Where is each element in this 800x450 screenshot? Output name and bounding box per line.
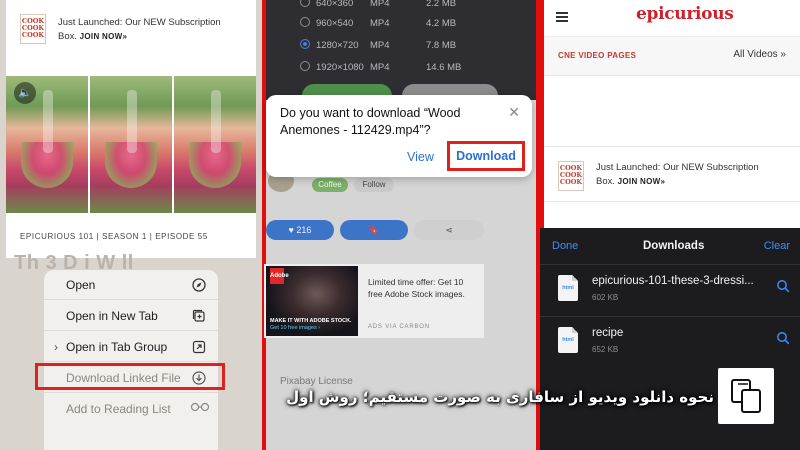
article-card: COOK COOK COOK Just Launched: Our NEW Su… xyxy=(6,0,256,258)
dialog-message: Do you want to download “Wood Anemones -… xyxy=(280,106,461,137)
glasses-icon xyxy=(190,402,210,416)
html-file-icon: html xyxy=(558,275,578,301)
bookmark-button[interactable]: 🔖 xyxy=(340,220,408,240)
view-button[interactable]: View xyxy=(407,150,434,164)
join-now-link[interactable]: JOIN NOW» xyxy=(80,32,128,41)
adobe-logo: Adobe xyxy=(270,268,289,284)
close-icon[interactable]: ✕ xyxy=(508,104,520,121)
context-menu: Open Open in New Tab › Open in Tab Group… xyxy=(44,270,218,450)
menu-add-reading-list[interactable]: Add to Reading List xyxy=(44,394,218,424)
clear-button[interactable]: Clear xyxy=(764,240,790,252)
like-count: 216 xyxy=(296,225,312,235)
menu-open[interactable]: Open xyxy=(44,270,218,300)
chevron-right-icon: › xyxy=(54,340,58,354)
salad-photo-2 xyxy=(90,76,172,213)
download-item[interactable]: html recipe 652 KB xyxy=(540,316,800,366)
persian-caption: نحوه دانلود ویدیو از سافاری به صورت مستق… xyxy=(286,388,714,406)
ad-caption-sub: Get 10 free images › xyxy=(270,325,321,331)
hamburger-menu-icon[interactable] xyxy=(556,12,568,22)
file-size: 652 KB xyxy=(592,345,619,354)
join-now-link[interactable]: JOIN NOW» xyxy=(618,177,666,186)
ad-caption: MAKE IT WITH ADOBE STOCK. Get 10 free im… xyxy=(270,318,358,332)
highlight-download-linked-file xyxy=(35,363,225,390)
compass-icon xyxy=(192,278,206,292)
html-file-icon: html xyxy=(558,327,578,353)
promo-line2: Box. xyxy=(58,31,78,42)
magnifier-icon[interactable] xyxy=(776,331,790,345)
file-name: recipe xyxy=(592,327,624,339)
promo-banner-right[interactable]: COOK COOK COOK Just Launched: Our NEW Su… xyxy=(544,146,800,202)
file-size: 602 KB xyxy=(592,293,619,302)
share-button[interactable]: ⋖ xyxy=(414,220,484,240)
adobe-ad[interactable]: Adobe MAKE IT WITH ADOBE STOCK. Get 10 f… xyxy=(264,264,484,338)
new-tab-icon xyxy=(192,309,206,323)
tag-coffee[interactable]: Coffee xyxy=(312,178,348,192)
ad-image: Adobe MAKE IT WITH ADOBE STOCK. Get 10 f… xyxy=(266,266,358,336)
salad-photo-3 xyxy=(174,76,256,213)
ad-text: Limited time offer: Get 10 free Adobe St… xyxy=(368,277,465,299)
cne-video-pages-link[interactable]: CNE VIDEO PAGES xyxy=(558,51,636,60)
left-screenshot-panel: COOK COOK COOK Just Launched: Our NEW Su… xyxy=(0,0,262,450)
copy-logo-icon xyxy=(718,368,774,424)
downloads-header: Done Downloads Clear xyxy=(540,228,800,264)
menu-open-tab-group[interactable]: › Open in Tab Group xyxy=(44,332,218,362)
speaker-icon[interactable]: 🔈 xyxy=(14,82,36,104)
heart-icon: ♥ xyxy=(288,225,294,235)
video-nav: CNE VIDEO PAGES All Videos » xyxy=(544,36,800,76)
file-name: epicurious-101-these-3-dressi... xyxy=(592,275,754,287)
promo-banner[interactable]: Just Launched: Our NEW Subscription Box.… xyxy=(58,16,248,44)
epicurious-logo[interactable]: epicurious xyxy=(636,4,734,24)
download-button[interactable]: Download xyxy=(447,141,525,171)
promo-line1: Just Launched: Our NEW Subscription xyxy=(596,162,759,173)
share-icon: ⋖ xyxy=(445,225,453,235)
like-button[interactable]: ♥ 216 xyxy=(266,220,334,240)
done-button[interactable]: Done xyxy=(552,240,578,252)
follow-button[interactable]: Follow xyxy=(354,178,394,192)
menu-open-tab-group-label: Open in Tab Group xyxy=(66,340,168,354)
ad-caption-main: MAKE IT WITH ADOBE STOCK. xyxy=(270,318,352,324)
download-item[interactable]: html epicurious-101-these-3-dressi... 60… xyxy=(540,264,800,314)
cook-logo: COOK COOK COOK xyxy=(558,161,584,191)
bookmark-icon: 🔖 xyxy=(368,225,380,235)
menu-add-reading-list-label: Add to Reading List xyxy=(66,402,171,416)
menu-open-new-tab-label: Open in New Tab xyxy=(66,309,158,323)
cook-logo: COOK COOK COOK xyxy=(20,14,46,44)
download-dialog: Do you want to download “Wood Anemones -… xyxy=(266,95,532,177)
promo-line1: Just Launched: Our NEW Subscription xyxy=(58,17,221,28)
menu-open-label: Open xyxy=(66,278,96,292)
video-thumbnail[interactable]: 🔈 xyxy=(6,76,256,213)
ad-via: ADS VIA CARBON xyxy=(368,324,430,330)
magnifier-icon[interactable] xyxy=(776,279,790,293)
all-videos-link[interactable]: All Videos » xyxy=(733,49,786,60)
promo-text: Just Launched: Our NEW Subscription Box.… xyxy=(596,161,786,189)
episode-label: EPICURIOUS 101 | SEASON 1 | EPISODE 55 xyxy=(20,232,208,241)
menu-open-new-tab[interactable]: Open in New Tab xyxy=(44,301,218,331)
promo-line2: Box. xyxy=(596,176,616,187)
site-header: epicurious xyxy=(544,0,800,36)
tab-group-icon xyxy=(192,340,206,354)
downloads-title: Downloads xyxy=(643,240,705,252)
